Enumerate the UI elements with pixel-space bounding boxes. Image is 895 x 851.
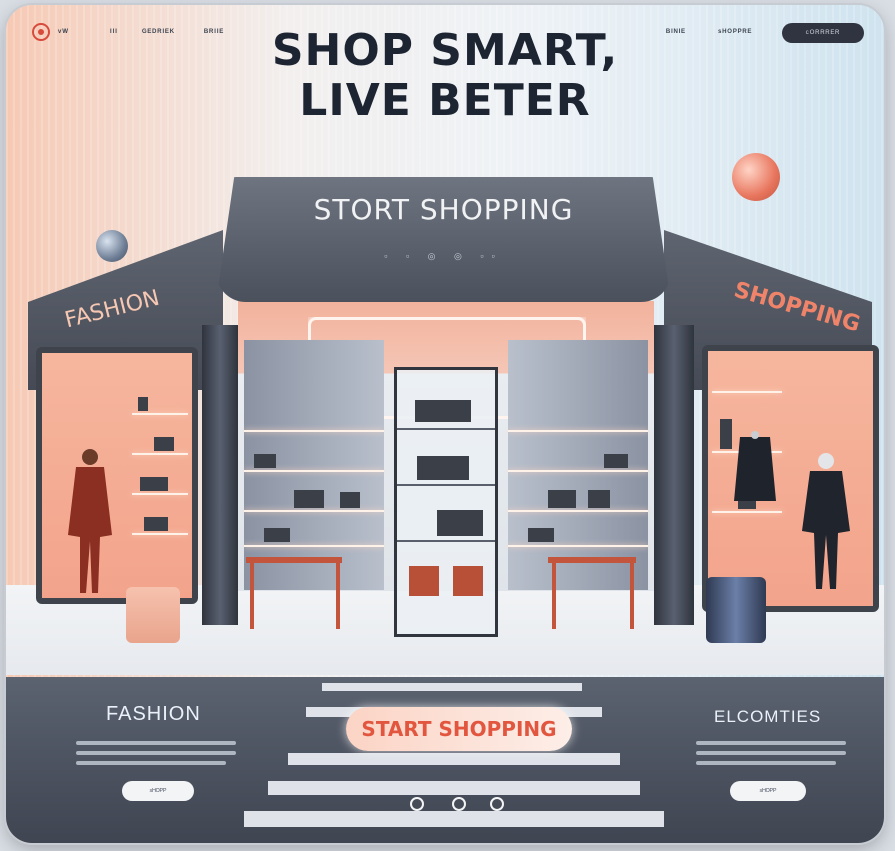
hero-title-line1: SHOP SMART, xyxy=(271,25,619,76)
screen-frame: ᵛᵂ ᴵᴵᴵ ᴳᴱᴰᴿᴵᴱᴷ ᴮᴿᴵᴵᴱ ᴮᴵᴺᴵᴱ ˢᴴᴼᴾᴾᴿᴱ ᶜᴼᴿᴿᴿ… xyxy=(0,0,895,851)
canopy-icons: ▫ ▫ ◎ ◎ ▫▫ xyxy=(384,251,503,261)
right-section-button[interactable]: ˢᴴᴼᴾᴾ xyxy=(730,781,806,801)
carousel-dot-2[interactable] xyxy=(452,797,466,811)
bottom-panel: FASHION ˢᴴᴼᴾᴾ ELCOMTIES ˢᴴᴼᴾᴾ xyxy=(6,677,884,843)
right-shelving xyxy=(508,340,648,590)
left-section-title: FASHION xyxy=(106,703,201,725)
app-window: ᵛᵂ ᴵᴵᴵ ᴳᴱᴰᴿᴵᴱᴷ ᴮᴿᴵᴵᴱ ᴮᴵᴺᴵᴱ ˢᴴᴼᴾᴾᴿᴱ ᶜᴼᴿᴿᴿ… xyxy=(6,5,884,843)
carousel-dot-1[interactable] xyxy=(410,797,424,811)
pouf-right xyxy=(706,577,766,643)
glass-display-case xyxy=(394,367,498,637)
canopy-label: STORT SHOPPING xyxy=(313,193,574,226)
pillar-left xyxy=(202,325,238,625)
mannequin-left xyxy=(68,449,112,593)
pillar-right xyxy=(654,325,694,625)
table-left xyxy=(246,557,342,563)
start-shopping-button[interactable]: START SHOPPING xyxy=(346,707,572,751)
left-section-button[interactable]: ˢᴴᴼᴾᴾ xyxy=(122,781,194,801)
table-right xyxy=(548,557,636,563)
pouf-left xyxy=(126,587,180,643)
hero-title-line2: LIVE BETER xyxy=(299,75,591,126)
jacket-display xyxy=(734,431,776,501)
mannequin-right xyxy=(802,453,850,589)
carousel-dot-3[interactable] xyxy=(490,797,504,811)
left-shelving xyxy=(244,340,384,590)
right-section-title: ELCOMTIES xyxy=(714,707,822,726)
decorative-orb-coral xyxy=(732,153,780,201)
right-display-window xyxy=(702,345,879,612)
left-display-window xyxy=(36,347,198,604)
decorative-orb-blue xyxy=(96,230,128,262)
